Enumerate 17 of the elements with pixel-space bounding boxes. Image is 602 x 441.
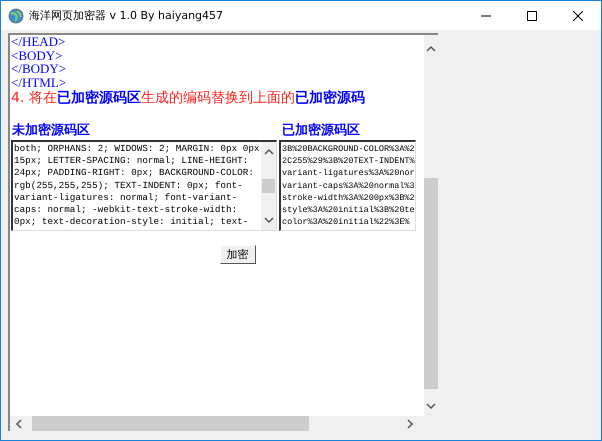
html-line: <BODY> [11, 48, 64, 62]
pane-heading: 已加密源码区 [281, 122, 361, 140]
pane-heading: 未加密源码区 [11, 122, 91, 140]
encrypt-button[interactable]: 加密 [220, 245, 256, 264]
html-line: </BODY> [11, 62, 68, 76]
html-line: </HTML> [11, 76, 68, 89]
scrollbar-thumb[interactable] [262, 179, 275, 193]
globe-icon [8, 8, 24, 24]
vertical-scrollbar[interactable] [424, 35, 438, 416]
window-title: 海洋网页加密器 v 1.0 By haiyang457 [29, 8, 224, 23]
code-text: both; ORPHANS: 2; WIDOWS: 2; MARGIN: 0px 0px 15px; LETTER-SPACING: normal; LINE-HEIGHT: 24px; PADDING-RIGHT: 0px; BACKGROUND-COLOR: rgb(255,255,255); TEXT-INDENT: 0px; font- variant-ligatures: normal; font-variant- caps: normal; -webkit-text-stroke-width: 0px; text-decoration-style: initial; text- [13, 142, 260, 230]
scrollbar[interactable] [261, 142, 276, 230]
html-line: </HEAD> [11, 35, 66, 48]
horizontal-scrollbar[interactable] [10, 416, 438, 431]
instruction-text: 4. 将在已加密源码区生成的编码替换到上面的已加密源码 [11, 90, 366, 107]
close-icon[interactable] [573, 10, 583, 20]
maximize-icon[interactable] [527, 10, 537, 20]
